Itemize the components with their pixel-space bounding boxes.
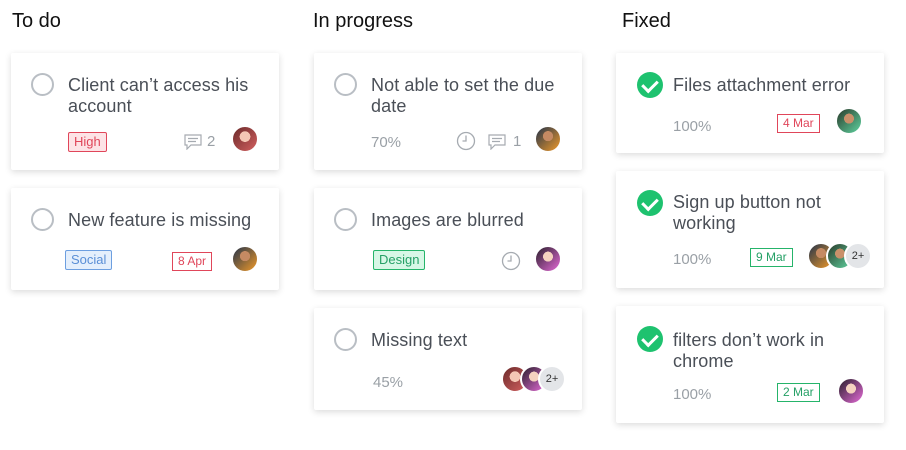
- clock-icon: [456, 131, 476, 151]
- task-title: Not able to set the due date: [371, 75, 555, 116]
- task-card[interactable]: Images are blurred Design: [314, 188, 582, 290]
- task-card[interactable]: Files attachment error 100% 4 Mar: [616, 53, 884, 153]
- progress-percent: 100%: [673, 251, 712, 268]
- due-date: 8 Apr: [172, 252, 213, 271]
- progress-percent: 100%: [673, 386, 712, 403]
- avatar[interactable]: [837, 377, 865, 405]
- status-circle-icon[interactable]: [31, 208, 54, 231]
- column-title-todo: To do: [12, 10, 61, 32]
- avatar[interactable]: [231, 125, 259, 153]
- progress-percent: 45%: [373, 374, 404, 391]
- task-title: filters don’t work in chrome: [673, 330, 825, 371]
- status-circle-icon[interactable]: [334, 208, 357, 231]
- task-card[interactable]: Missing text 45% 2+: [314, 308, 582, 410]
- avatar[interactable]: [534, 245, 562, 273]
- task-title: Missing text: [371, 330, 468, 350]
- avatar[interactable]: [534, 125, 562, 153]
- more-members-badge[interactable]: 2+: [538, 365, 566, 393]
- task-card[interactable]: Client can’t access his account High 2: [11, 53, 279, 170]
- comment-count: 1: [513, 133, 522, 150]
- due-date: 4 Mar: [777, 114, 820, 133]
- task-title: Client can’t access his account: [68, 75, 249, 116]
- status-circle-icon[interactable]: [334, 73, 357, 96]
- avatar[interactable]: [231, 245, 259, 273]
- status-circle-icon[interactable]: [334, 328, 357, 351]
- task-card[interactable]: Sign up button not working 100% 9 Mar 2+: [616, 171, 884, 288]
- task-title: Images are blurred: [371, 210, 524, 230]
- task-title: Files attachment error: [673, 75, 851, 95]
- category-tag: Social: [65, 250, 113, 270]
- progress-percent: 100%: [673, 118, 712, 135]
- check-circle-icon[interactable]: [637, 326, 663, 352]
- comment-icon: [488, 134, 506, 150]
- priority-tag: High: [68, 132, 107, 152]
- due-date: 9 Mar: [750, 248, 793, 267]
- task-card[interactable]: filters don’t work in chrome 100% 2 Mar: [616, 306, 884, 423]
- clock-icon: [501, 251, 521, 271]
- progress-percent: 70%: [371, 134, 402, 151]
- comment-icon: [184, 134, 202, 150]
- category-tag: Design: [373, 250, 426, 270]
- task-card[interactable]: New feature is missing Social 8 Apr: [11, 188, 279, 290]
- column-title-fixed: Fixed: [622, 10, 671, 32]
- task-title: New feature is missing: [68, 210, 252, 230]
- comment-count: 2: [207, 133, 216, 150]
- more-members-badge[interactable]: 2+: [844, 242, 872, 270]
- avatar[interactable]: [835, 107, 863, 135]
- column-title-in-progress: In progress: [313, 10, 414, 32]
- check-circle-icon[interactable]: [637, 72, 663, 98]
- due-date: 2 Mar: [777, 383, 820, 402]
- status-circle-icon[interactable]: [31, 73, 54, 96]
- task-card[interactable]: Not able to set the due date 70% 1: [314, 53, 582, 170]
- check-circle-icon[interactable]: [637, 190, 663, 216]
- task-title: Sign up button not working: [673, 192, 821, 233]
